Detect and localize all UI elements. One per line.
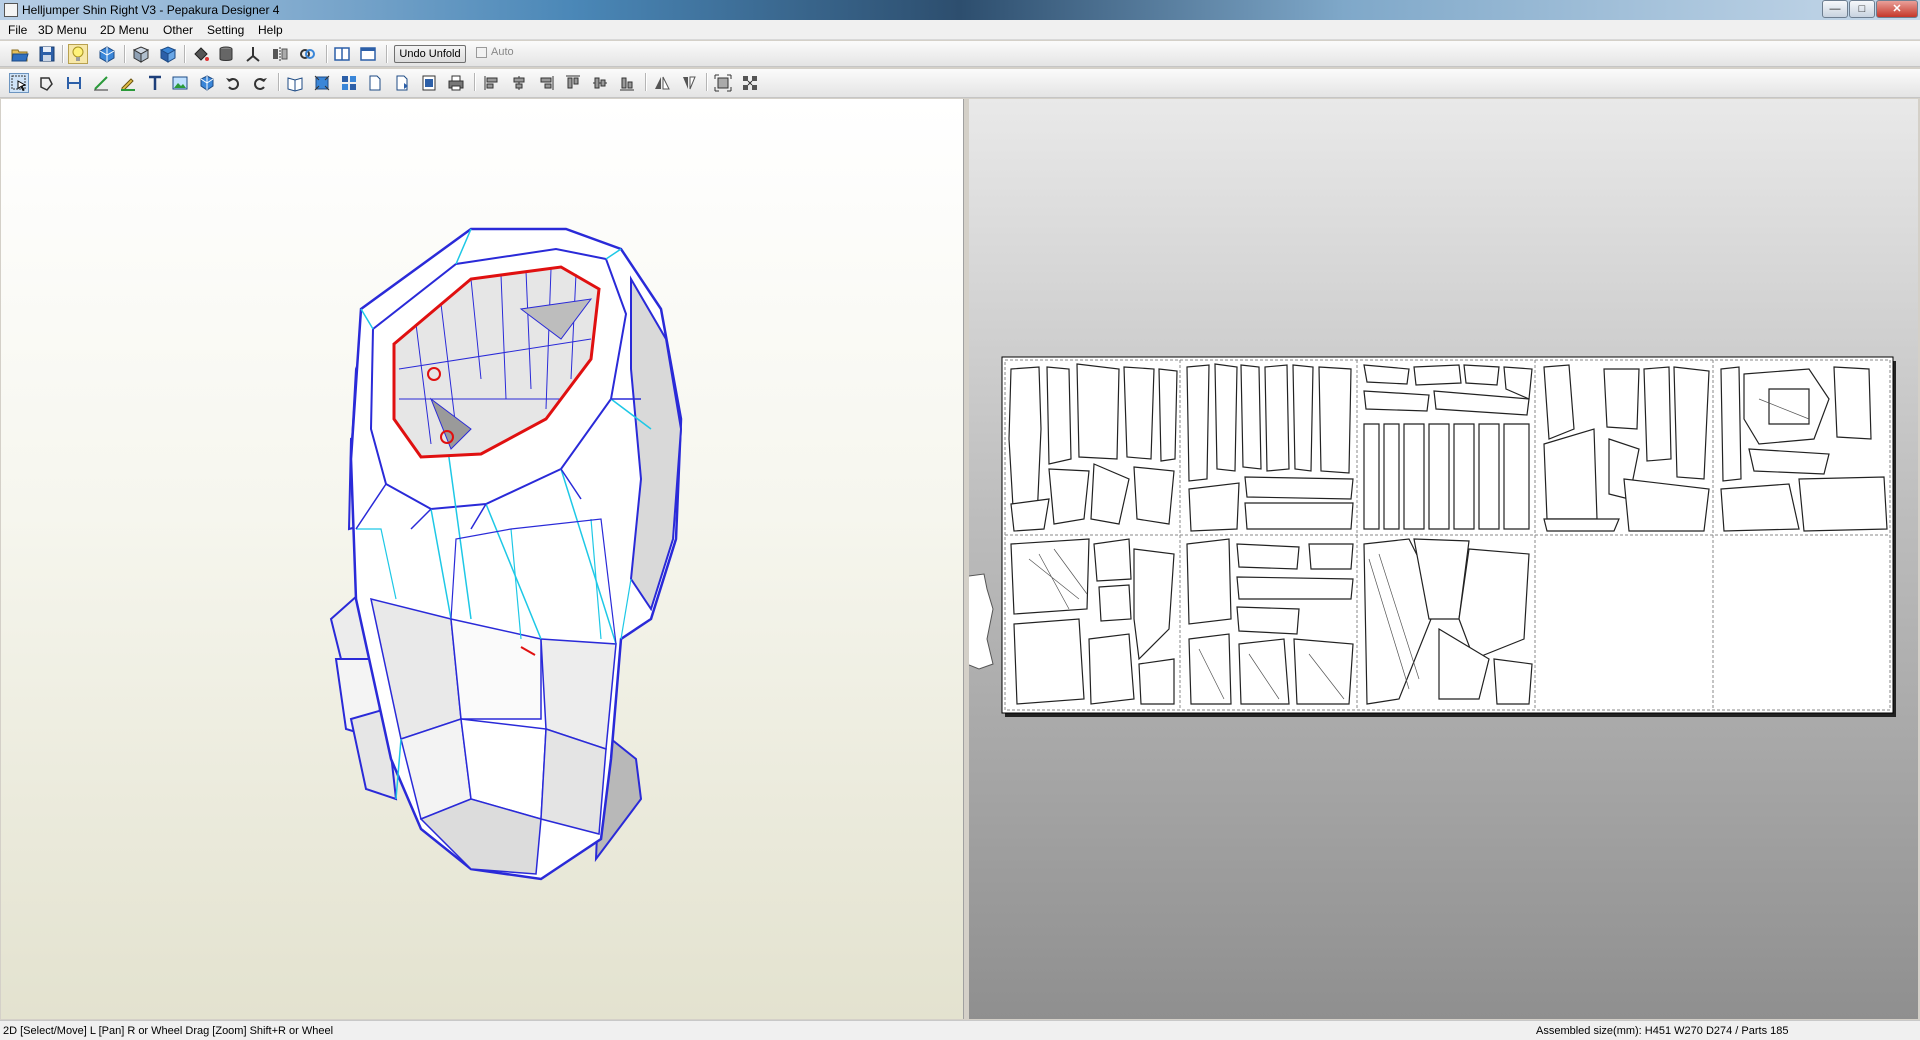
mirror-icon[interactable] <box>270 44 290 64</box>
image-icon[interactable] <box>170 73 190 93</box>
unfold-sheet[interactable] <box>969 99 1920 1019</box>
auto-checkbox-box[interactable] <box>476 46 487 58</box>
fit-icon[interactable] <box>312 73 332 93</box>
flip-vertical-icon[interactable] <box>679 73 699 93</box>
title-bar: Helljumper Shin Right V3 - Pepakura Desi… <box>0 0 1920 20</box>
menu-help[interactable]: Help <box>258 23 283 37</box>
fold-line-icon[interactable] <box>91 73 111 93</box>
app-icon <box>4 3 18 17</box>
redo-icon[interactable] <box>250 73 270 93</box>
edge-edit-icon[interactable] <box>118 73 138 93</box>
undo-icon[interactable] <box>223 73 243 93</box>
open-icon[interactable] <box>10 44 30 64</box>
menu-3d[interactable]: 3D Menu <box>38 23 87 37</box>
view-2d[interactable] <box>969 99 1920 1019</box>
edge-icon[interactable] <box>131 44 151 64</box>
align-bottom-icon[interactable] <box>617 73 637 93</box>
axis-icon[interactable] <box>243 44 263 64</box>
page-add-icon[interactable] <box>392 73 412 93</box>
window-title: Helljumper Shin Right V3 - Pepakura Desi… <box>22 3 280 17</box>
print-setup-icon[interactable] <box>419 73 439 93</box>
page-icon[interactable] <box>365 73 385 93</box>
menu-other[interactable]: Other <box>163 23 193 37</box>
select-tool-icon[interactable] <box>9 73 29 93</box>
minimize-button[interactable]: — <box>1822 0 1848 18</box>
open-book-icon[interactable] <box>285 73 305 93</box>
print-icon[interactable] <box>446 73 466 93</box>
scatter-icon[interactable] <box>740 73 760 93</box>
fit-page-icon[interactable] <box>713 73 733 93</box>
unfold-icon[interactable] <box>158 44 178 64</box>
move-3d-icon[interactable] <box>197 73 217 93</box>
align-top-icon[interactable] <box>563 73 583 93</box>
cylinder-icon[interactable] <box>216 44 236 64</box>
rotate-part-icon[interactable] <box>36 73 56 93</box>
menu-file[interactable]: File <box>8 23 27 37</box>
texture-icon[interactable] <box>97 44 117 64</box>
status-hint: 2D [Select/Move] L [Pan] R or Wheel Drag… <box>3 1025 334 1037</box>
auto-checkbox[interactable]: Auto <box>476 46 514 58</box>
status-info: Assembled size(mm): H451 W270 D274 / Par… <box>1536 1025 1789 1037</box>
align-right-icon[interactable] <box>536 73 556 93</box>
maximize-button[interactable]: □ <box>1849 0 1875 18</box>
edit-toolbar <box>0 69 1920 98</box>
light-icon[interactable] <box>68 44 88 64</box>
align-left-icon[interactable] <box>482 73 502 93</box>
flip-icon[interactable] <box>652 73 672 93</box>
auto-label: Auto <box>491 46 514 58</box>
split-view-icon[interactable] <box>332 44 352 64</box>
menu-2d[interactable]: 2D Menu <box>100 23 149 37</box>
status-bar: 2D [Select/Move] L [Pan] R or Wheel Drag… <box>0 1020 1920 1040</box>
join-edge-icon[interactable] <box>64 73 84 93</box>
window-controls: — □ ✕ <box>1821 0 1918 18</box>
model-3d[interactable] <box>1 99 963 1019</box>
link-icon[interactable] <box>297 44 317 64</box>
align-middle-icon[interactable] <box>590 73 610 93</box>
view-3d[interactable] <box>1 99 964 1019</box>
close-button[interactable]: ✕ <box>1876 0 1918 18</box>
arrange-icon[interactable] <box>339 73 359 93</box>
align-center-icon[interactable] <box>509 73 529 93</box>
menu-setting[interactable]: Setting <box>207 23 244 37</box>
single-view-icon[interactable] <box>358 44 378 64</box>
save-icon[interactable] <box>37 44 57 64</box>
text-icon[interactable] <box>145 73 165 93</box>
menu-bar: File 3D Menu 2D Menu Other Setting Help <box>0 20 1920 40</box>
main-toolbar: Undo Unfold Auto <box>0 41 1920 67</box>
paint-icon[interactable] <box>191 44 211 64</box>
undo-unfold-button[interactable]: Undo Unfold <box>394 45 466 63</box>
